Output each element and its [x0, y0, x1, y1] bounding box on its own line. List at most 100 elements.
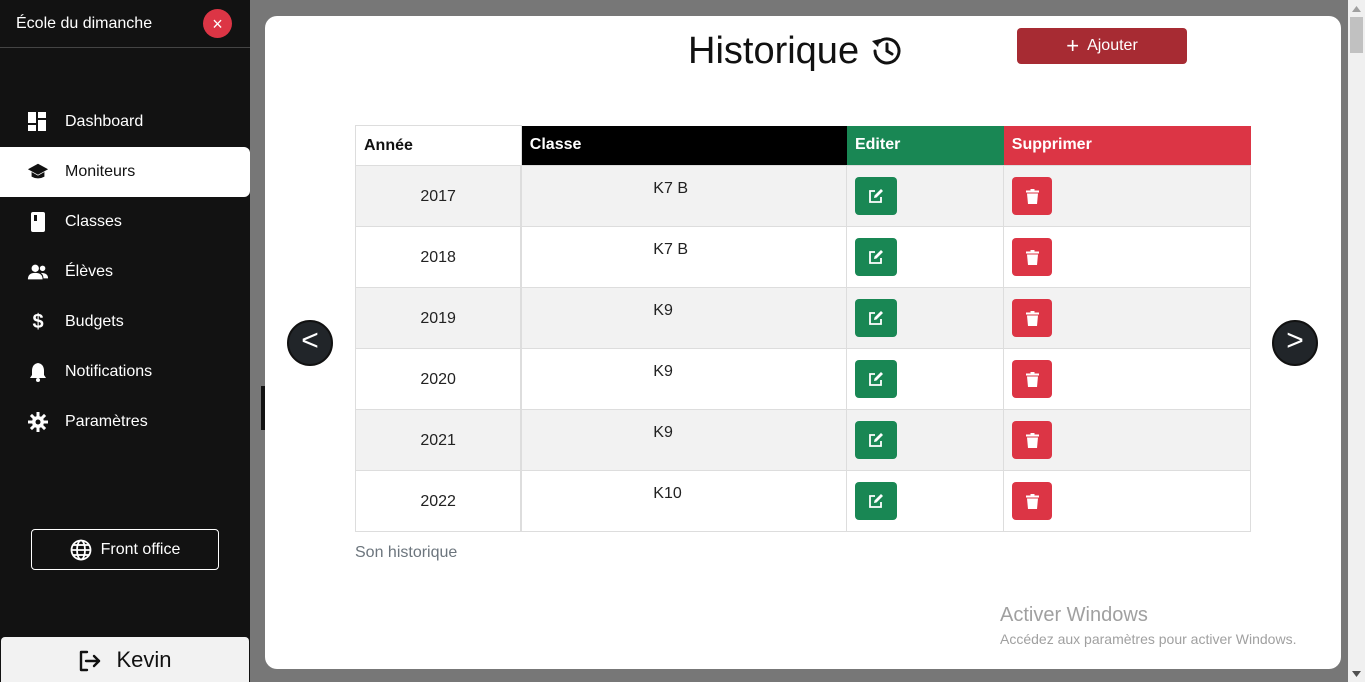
sidebar-item-parametres[interactable]: Paramètres	[0, 397, 250, 447]
graduation-cap-icon	[27, 161, 49, 183]
next-button[interactable]: >	[1272, 320, 1318, 366]
sidebar-nav: Dashboard Moniteurs Classes Élèves $ Bud…	[0, 97, 250, 447]
windows-activation-watermark: Activer Windows Accédez aux paramètres p…	[1000, 604, 1296, 647]
classe-cell: K9	[520, 287, 848, 349]
sidebar-item-notifications[interactable]: Notifications	[0, 347, 250, 397]
sidebar-item-eleves[interactable]: Élèves	[0, 247, 250, 297]
delete-cell	[1003, 226, 1251, 288]
delete-cell	[1003, 470, 1251, 532]
chevron-down-icon	[1352, 670, 1361, 677]
column-header-supprimer: Supprimer	[1003, 125, 1251, 166]
delete-button[interactable]	[1012, 177, 1053, 215]
table-row: 2020 K9	[355, 348, 1251, 410]
delete-button[interactable]	[1012, 421, 1053, 459]
sidebar-item-label: Notifications	[65, 363, 153, 380]
vertical-scrollbar[interactable]	[1348, 0, 1365, 682]
table-row: 2021 K9	[355, 409, 1251, 471]
edit-button[interactable]	[855, 360, 898, 398]
scroll-up-button[interactable]	[1348, 0, 1365, 17]
trash-icon	[1025, 371, 1039, 387]
logout-button[interactable]: Kevin	[1, 637, 249, 682]
table-row: 2022 K10	[355, 470, 1251, 532]
table-row: 2017 K7 B	[355, 165, 1251, 227]
front-office-button[interactable]: Front office	[31, 529, 219, 570]
delete-button[interactable]	[1012, 360, 1053, 398]
sidebar-item-label: Moniteurs	[65, 163, 136, 180]
scroll-down-button[interactable]	[1348, 665, 1365, 682]
front-office-label: Front office	[100, 540, 181, 558]
sidebar: École du dimanche × Dashboard Moniteurs …	[0, 0, 250, 682]
sidebar-item-label: Budgets	[65, 313, 124, 330]
year-cell: 2019	[355, 287, 523, 349]
dashboard-icon	[27, 111, 49, 133]
scrollbar-thumb[interactable]	[1350, 17, 1363, 53]
table-row: 2018 K7 B	[355, 226, 1251, 288]
classe-cell: K9	[520, 348, 848, 410]
watermark-subtitle: Accédez aux paramètres pour activer Wind…	[1000, 631, 1297, 647]
chevron-right-icon: >	[1286, 324, 1304, 357]
edit-icon	[869, 250, 884, 264]
edit-icon	[869, 311, 884, 325]
table-row: 2019 K9	[355, 287, 1251, 349]
column-header-editer: Editer	[846, 125, 1004, 166]
year-cell: 2018	[355, 226, 523, 288]
edit-button[interactable]	[855, 299, 898, 337]
add-button[interactable]: + Ajouter	[1017, 28, 1187, 64]
gear-icon	[27, 411, 49, 433]
edit-button[interactable]	[855, 177, 898, 215]
modal-title: Historique	[688, 26, 905, 76]
delete-button[interactable]	[1012, 238, 1053, 276]
sidebar-item-label: Élèves	[65, 263, 114, 280]
edit-button[interactable]	[855, 238, 898, 276]
year-cell: 2021	[355, 409, 523, 471]
delete-cell	[1003, 409, 1251, 471]
table-header-row: Année Classe Editer Supprimer	[355, 125, 1251, 166]
sign-out-icon	[78, 650, 102, 674]
classe-cell: K7 B	[520, 226, 848, 288]
bell-icon	[27, 361, 49, 383]
column-header-annee: Année	[355, 125, 522, 166]
table-caption: Son historique	[355, 544, 458, 561]
year-cell: 2020	[355, 348, 523, 410]
sidebar-header: École du dimanche ×	[0, 0, 250, 48]
year-cell: 2017	[355, 165, 523, 227]
trash-icon	[1025, 188, 1039, 204]
sidebar-item-label: Dashboard	[65, 113, 144, 130]
sidebar-item-moniteurs[interactable]: Moniteurs	[0, 147, 250, 197]
edit-button[interactable]	[855, 421, 898, 459]
close-icon: ×	[212, 13, 223, 34]
close-sidebar-button[interactable]: ×	[203, 9, 232, 38]
edit-cell	[846, 348, 1005, 410]
sidebar-item-label: Classes	[65, 213, 122, 230]
delete-button[interactable]	[1012, 482, 1053, 520]
chevron-up-icon	[1352, 5, 1361, 12]
app-title: École du dimanche	[16, 14, 153, 32]
plus-icon: +	[1066, 33, 1080, 58]
edit-icon	[869, 494, 884, 508]
modal-title-text: Historique	[688, 29, 860, 72]
delete-button[interactable]	[1012, 299, 1053, 337]
sidebar-item-label: Paramètres	[65, 413, 148, 430]
dollar-icon: $	[32, 310, 44, 333]
classe-cell: K10	[520, 470, 848, 532]
classe-cell: K7 B	[520, 165, 848, 227]
sidebar-item-classes[interactable]: Classes	[0, 197, 250, 247]
edit-button[interactable]	[855, 482, 898, 520]
trash-icon	[1025, 249, 1039, 265]
history-modal: Historique + Ajouter < > Année Classe Ed…	[265, 16, 1341, 669]
users-icon	[27, 261, 49, 283]
trash-icon	[1025, 432, 1039, 448]
globe-icon	[70, 539, 92, 561]
delete-cell	[1003, 165, 1251, 227]
previous-button[interactable]: <	[287, 320, 333, 366]
sidebar-item-dashboard[interactable]: Dashboard	[0, 97, 250, 147]
edit-cell	[846, 226, 1005, 288]
add-button-label: Ajouter	[1087, 37, 1138, 54]
edit-icon	[869, 433, 884, 447]
sidebar-item-budgets[interactable]: $ Budgets	[0, 297, 250, 347]
user-name: Kevin	[116, 646, 172, 672]
chevron-left-icon: <	[301, 324, 319, 357]
delete-cell	[1003, 348, 1251, 410]
year-cell: 2022	[355, 470, 523, 532]
edit-cell	[846, 470, 1005, 532]
